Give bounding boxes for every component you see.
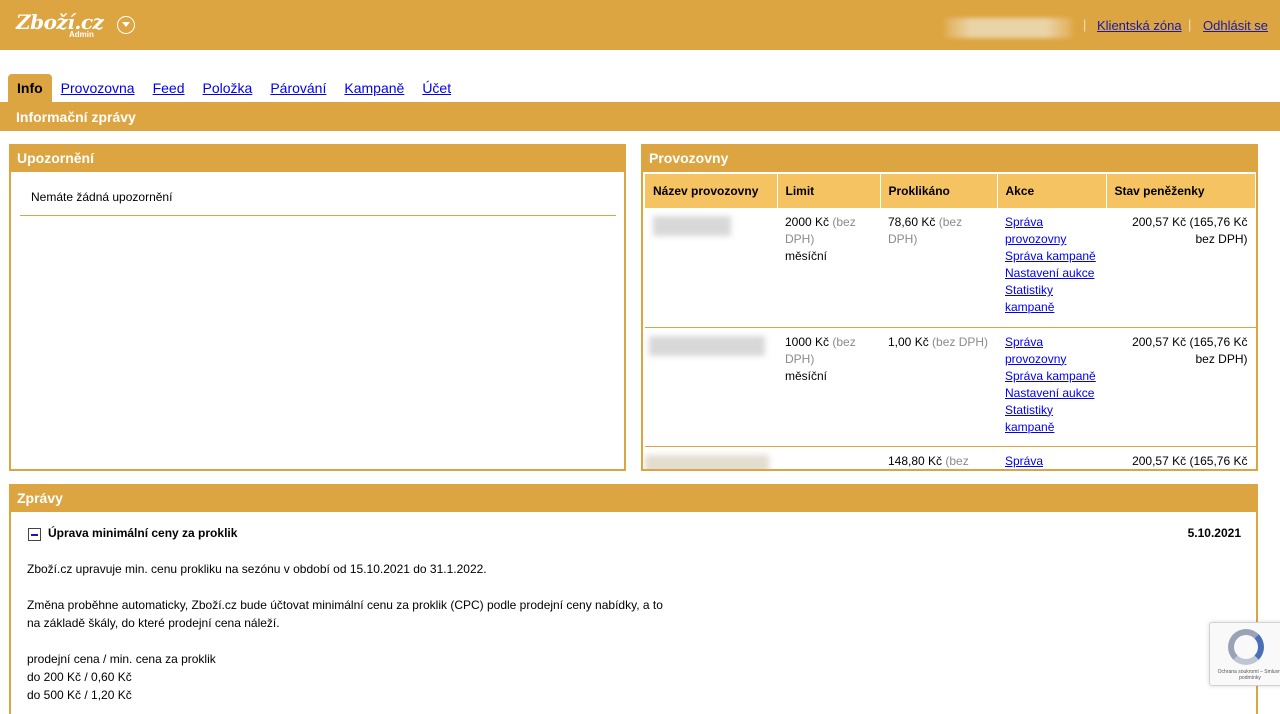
clicked-cell: 148,80 Kč (bez bbox=[880, 446, 997, 469]
campaign-stats-link[interactable]: Statistiky kampaně bbox=[1005, 403, 1054, 434]
actions-cell: Správa bbox=[997, 446, 1106, 469]
warnings-title: Upozornění bbox=[11, 146, 624, 172]
clicked-value: 1,00 Kč bbox=[888, 334, 929, 349]
logout-link[interactable]: Odhlásit se bbox=[1203, 18, 1268, 33]
tab-kampane[interactable]: Kampaně bbox=[335, 74, 413, 102]
column-header: Proklikáno bbox=[880, 174, 998, 208]
tab-parovani[interactable]: Párování bbox=[261, 74, 335, 102]
news-paragraph: Změna proběhne automaticky, Zboží.cz bud… bbox=[27, 598, 663, 612]
wallet-cell: 200,57 Kč (165,76 Kč bez DPH) bbox=[1106, 327, 1256, 447]
warnings-panel: Upozornění Nemáte žádná upozornění bbox=[9, 144, 626, 471]
shop-name-blurred bbox=[645, 454, 769, 469]
news-paragraph: Zboží.cz upravuje min. cenu prokliku na … bbox=[27, 562, 487, 576]
provozovny-panel: Provozovny Název provozovny Limit Prokli… bbox=[641, 144, 1258, 471]
limit-value: 1000 Kč bbox=[785, 334, 830, 349]
shop-name-cell bbox=[645, 327, 777, 447]
table-row: 1000 Kč (bez DPH) měsíční 1,00 Kč (bez D… bbox=[645, 327, 1256, 447]
limit-value: 2000 Kč bbox=[785, 215, 830, 229]
recaptcha-text: Ochrana soukromí – Smluvní podmínky bbox=[1217, 669, 1280, 681]
column-header: Název provozovny bbox=[645, 174, 778, 208]
limit-period: měsíční bbox=[785, 368, 828, 383]
manage-shop-link[interactable]: Správa provozovny bbox=[1005, 335, 1066, 366]
column-header: Stav peněženky bbox=[1106, 174, 1256, 208]
section-header: Informační zprávy bbox=[0, 102, 1280, 131]
shop-name-blurred bbox=[653, 216, 731, 236]
warnings-message: Nemáte žádná upozornění bbox=[31, 190, 173, 204]
column-header: Limit bbox=[777, 174, 881, 208]
tab-polozka[interactable]: Položka bbox=[194, 74, 262, 102]
recaptcha-badge[interactable]: Ochrana soukromí – Smluvní podmínky bbox=[1209, 622, 1280, 686]
main-tabs: Info Provozovna Feed Položka Párování Ka… bbox=[8, 74, 460, 102]
news-item-title: Úprava minimální ceny za proklik bbox=[48, 526, 238, 540]
tab-provozovna[interactable]: Provozovna bbox=[52, 74, 144, 102]
manage-shop-link[interactable]: Správa bbox=[1005, 454, 1043, 468]
clicked-note: (bez DPH) bbox=[932, 334, 989, 349]
wallet-cell: 200,57 Kč (165,76 Kč bez bbox=[1106, 446, 1256, 469]
shop-name-cell bbox=[645, 208, 777, 328]
tab-feed[interactable]: Feed bbox=[144, 74, 194, 102]
limit-cell bbox=[777, 446, 880, 469]
news-paragraph: do 500 Kč / 1,20 Kč bbox=[27, 688, 132, 702]
limit-period: měsíční bbox=[785, 249, 828, 263]
recaptcha-icon bbox=[1228, 629, 1264, 665]
news-item-date: 5.10.2021 bbox=[1187, 526, 1241, 540]
manage-campaign-link[interactable]: Správa kampaně bbox=[1005, 249, 1096, 263]
auction-settings-link[interactable]: Nastavení aukce bbox=[1005, 266, 1094, 280]
wallet-cell: 200,57 Kč (165,76 Kč bez DPH) bbox=[1106, 208, 1256, 328]
shop-name-blurred bbox=[649, 335, 765, 356]
manage-campaign-link[interactable]: Správa kampaně bbox=[1005, 369, 1096, 383]
logo-subtitle: Admin bbox=[69, 30, 94, 39]
clicked-cell: 1,00 Kč (bez DPH) bbox=[880, 327, 997, 447]
actions-cell: Správa provozovny Správa kampaně Nastave… bbox=[997, 327, 1106, 447]
manage-shop-link[interactable]: Správa provozovny bbox=[1005, 215, 1066, 246]
collapse-toggle-icon[interactable] bbox=[28, 528, 41, 541]
header-separator: | bbox=[1083, 17, 1087, 32]
provozovny-table: Název provozovny Limit Proklikáno Akce S… bbox=[645, 174, 1256, 469]
limit-cell: 2000 Kč (bez DPH) měsíční bbox=[777, 208, 880, 328]
provozovny-title: Provozovny bbox=[643, 146, 1256, 172]
clicked-cell: 78,60 Kč (bez DPH) bbox=[880, 208, 997, 328]
user-name-blurred bbox=[945, 18, 1072, 38]
header-separator: | bbox=[1188, 17, 1192, 32]
clicked-value: 148,80 Kč bbox=[888, 453, 943, 468]
tab-ucet[interactable]: Účet bbox=[413, 74, 460, 102]
news-title: Zprávy bbox=[11, 486, 1256, 512]
campaign-stats-link[interactable]: Statistiky kampaně bbox=[1005, 283, 1054, 314]
divider bbox=[20, 215, 616, 216]
tab-info[interactable]: Info bbox=[8, 74, 52, 102]
limit-cell: 1000 Kč (bez DPH) měsíční bbox=[777, 327, 880, 447]
auction-settings-link[interactable]: Nastavení aukce bbox=[1005, 386, 1094, 400]
clicked-note: (bez bbox=[945, 453, 969, 468]
client-zone-link[interactable]: Klientská zóna bbox=[1097, 18, 1182, 33]
news-panel: Zprávy Úprava minimální ceny za proklik … bbox=[9, 484, 1258, 714]
shop-name-cell bbox=[645, 446, 777, 469]
news-paragraph: do 200 Kč / 0,60 Kč bbox=[27, 670, 132, 684]
table-row: 148,80 Kč (bez Správa 200,57 Kč (165,76 … bbox=[645, 446, 1256, 469]
top-header: Zboží.cz Admin | Klientská zóna | Odhlás… bbox=[0, 0, 1280, 50]
clicked-value: 78,60 Kč bbox=[888, 215, 936, 229]
chevron-down-icon[interactable] bbox=[117, 16, 135, 34]
table-row: 2000 Kč (bez DPH) měsíční 78,60 Kč (bez … bbox=[645, 208, 1256, 328]
news-paragraph: na základě škály, do které prodejní cena… bbox=[27, 616, 280, 630]
section-title: Informační zprávy bbox=[16, 109, 136, 125]
news-paragraph: prodejní cena / min. cena za proklik bbox=[27, 652, 216, 666]
zbozi-logo[interactable]: Zboží.cz Admin bbox=[16, 10, 106, 40]
actions-cell: Správa provozovny Správa kampaně Nastave… bbox=[997, 208, 1106, 328]
column-header: Akce bbox=[997, 174, 1107, 208]
